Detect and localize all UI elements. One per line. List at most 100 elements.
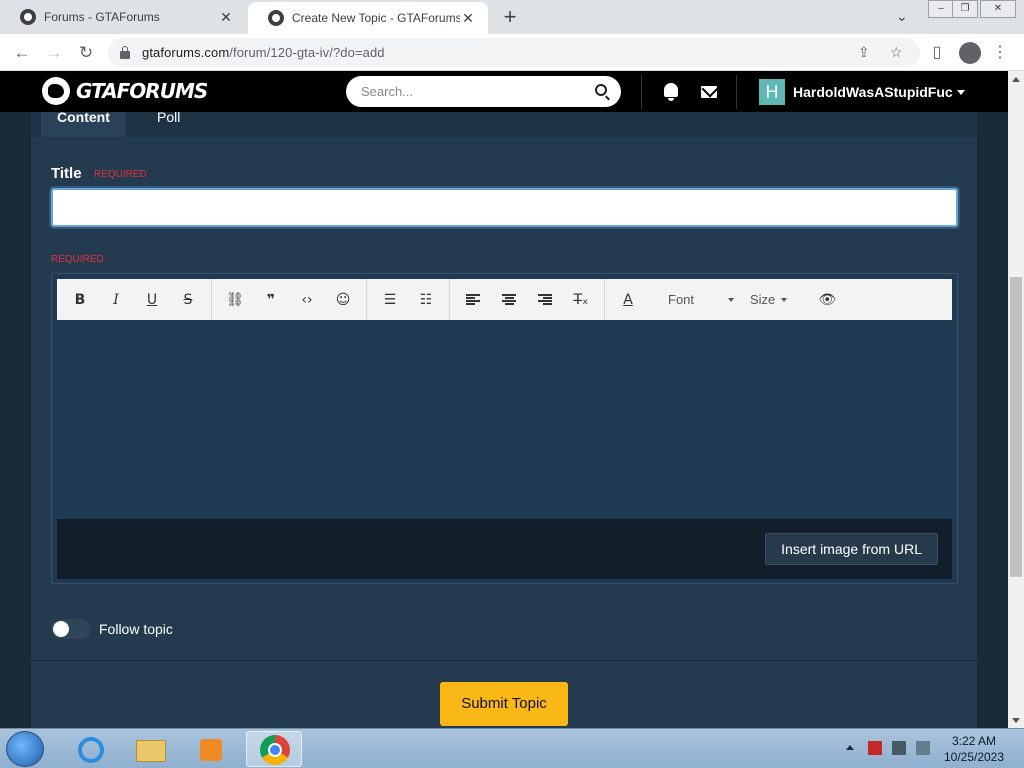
required-badge: REQUIRED	[94, 169, 147, 180]
page-body: Content Poll Title REQUIRED REQUIRED B I…	[0, 112, 1008, 728]
form-tabs: Content Poll	[31, 112, 977, 137]
share-icon[interactable]: ⇪	[858, 38, 870, 67]
user-menu[interactable]: HardoldWasAStupidFuc	[793, 84, 965, 100]
align-center-icon[interactable]	[491, 285, 527, 315]
preview-eye-icon[interactable]: 👁	[809, 285, 845, 315]
submit-topic-button[interactable]: Submit Topic	[440, 682, 568, 726]
scroll-up-arrow-icon[interactable]	[1012, 77, 1020, 82]
code-icon[interactable]: ‹›	[289, 285, 325, 315]
tab-title: Create New Topic - GTAForums	[292, 11, 460, 25]
align-left-icon[interactable]	[455, 285, 491, 315]
system-clock[interactable]: 3:22 AM 10/25/2023	[936, 733, 1012, 765]
site-header: GTAFORUMS H HardoldWasAStupidFuc	[0, 71, 1008, 112]
title-input[interactable]	[51, 188, 958, 227]
browser-tab-forums[interactable]: Forums - GTAForums ✕	[0, 0, 246, 34]
header-divider	[641, 75, 642, 109]
bookmark-star-icon[interactable]: ☆	[890, 38, 903, 67]
forward-arrow-icon[interactable]: →	[42, 41, 66, 65]
gtaforums-favicon-icon	[268, 10, 284, 26]
caret-down-icon	[781, 297, 788, 302]
close-icon[interactable]: ✕	[460, 10, 476, 27]
scrollbar-thumb[interactable]	[1010, 277, 1022, 577]
search-icon[interactable]	[595, 84, 607, 96]
rich-text-editor: B I U S ⛓ ❞ ‹› ☺ ☰ ☷ T̶ₓ A Font Size 👁 I…	[51, 273, 958, 584]
size-dropdown[interactable]: Size	[742, 285, 795, 315]
menu-kebab-icon[interactable]: ⋮	[988, 41, 1012, 65]
browser-tab-create-topic[interactable]: Create New Topic - GTAForums ✕	[248, 2, 488, 34]
gtaforums-logo-icon	[42, 77, 70, 105]
tab-content[interactable]: Content	[41, 112, 126, 137]
tab-poll[interactable]: Poll	[141, 112, 196, 137]
insert-image-url-button[interactable]: Insert image from URL	[765, 533, 938, 565]
underline-button[interactable]: U	[134, 285, 170, 315]
restore-button[interactable]: ❐	[952, 0, 978, 18]
editor-toolbar: B I U S ⛓ ❞ ‹› ☺ ☰ ☷ T̶ₓ A Font Size 👁	[57, 279, 952, 320]
required-badge: REQUIRED	[51, 254, 104, 265]
style-group: A Font Size 👁	[605, 279, 850, 320]
volume-muted-icon[interactable]	[916, 741, 930, 755]
clear-format-icon[interactable]: T̶ₓ	[563, 285, 599, 315]
tab-title: Forums - GTAForums	[44, 10, 160, 24]
action-center-flag-icon[interactable]	[868, 741, 882, 755]
emoji-icon[interactable]: ☺	[325, 285, 361, 315]
show-hidden-icons-arrow-icon[interactable]	[846, 745, 854, 750]
text-color-button[interactable]: A	[610, 285, 646, 315]
bold-button[interactable]: B	[62, 285, 98, 315]
link-icon[interactable]: ⛓	[217, 285, 253, 315]
editor-footer: Insert image from URL	[57, 519, 952, 579]
profile-icon[interactable]	[959, 42, 981, 64]
window-close-button[interactable]: ✕	[980, 0, 1016, 18]
logo-text: GTAFORUMS	[76, 79, 208, 103]
font-dropdown-label: Font	[668, 292, 695, 307]
follow-topic-label: Follow topic	[99, 621, 173, 637]
browser-tabstrip: Forums - GTAForums ✕ Create New Topic - …	[0, 0, 1024, 34]
lock-icon	[120, 45, 130, 59]
new-tab-button[interactable]: +	[498, 5, 522, 29]
media-player-icon	[200, 739, 222, 761]
taskbar-chrome[interactable]	[246, 731, 302, 767]
numbered-list-icon[interactable]: ☷	[408, 285, 444, 315]
taskbar-internet-explorer[interactable]	[62, 731, 118, 767]
site-search-input[interactable]	[361, 84, 581, 99]
folder-icon	[136, 740, 166, 762]
browser-toolbar: ← → ↻ gtaforums.com/forum/120-gta-iv/?do…	[0, 34, 1024, 71]
font-dropdown[interactable]: Font	[646, 285, 742, 315]
clock-time: 3:22 AM	[951, 734, 997, 748]
username: HardoldWasAStupidFuc	[793, 84, 953, 100]
gtaforums-favicon-icon	[20, 9, 36, 25]
notifications-bell-icon[interactable]	[664, 83, 678, 101]
close-icon[interactable]: ✕	[218, 9, 234, 26]
site-logo[interactable]: GTAFORUMS	[42, 77, 208, 105]
header-divider	[736, 75, 737, 109]
taskbar-media-player[interactable]	[182, 731, 238, 767]
clock-date: 10/25/2023	[943, 750, 1005, 764]
caret-down-icon	[728, 297, 735, 302]
form-divider	[31, 660, 977, 661]
tab-search-chevron-icon[interactable]: ⌄	[896, 8, 908, 25]
align-right-icon[interactable]	[527, 285, 563, 315]
bulleted-list-icon[interactable]: ☰	[372, 285, 408, 315]
avatar[interactable]: H	[759, 79, 785, 105]
messages-envelope-icon[interactable]	[701, 86, 717, 98]
follow-topic-toggle[interactable]	[51, 619, 91, 639]
italic-button[interactable]: I	[98, 285, 134, 315]
screen: Forums - GTAForums ✕ Create New Topic - …	[0, 0, 1024, 768]
page-scrollbar[interactable]	[1008, 71, 1024, 728]
strikethrough-button[interactable]: S	[170, 285, 206, 315]
internet-explorer-icon	[78, 737, 104, 763]
back-arrow-icon[interactable]: ←	[10, 41, 34, 65]
editor-content-area[interactable]	[57, 320, 952, 520]
minimize-button[interactable]: –	[928, 0, 954, 18]
start-button[interactable]	[6, 731, 44, 767]
address-bar[interactable]: gtaforums.com/forum/120-gta-iv/?do=add ⇪…	[108, 38, 920, 67]
network-icon[interactable]	[892, 741, 906, 755]
windows-taskbar: 3:22 AM 10/25/2023	[0, 728, 1024, 768]
side-panel-icon[interactable]: ▯	[925, 41, 949, 65]
quote-icon[interactable]: ❞	[253, 285, 289, 315]
scroll-down-arrow-icon[interactable]	[1012, 718, 1020, 723]
url-text: gtaforums.com/forum/120-gta-iv/?do=add	[142, 45, 385, 60]
chrome-icon	[260, 735, 290, 765]
taskbar-file-explorer[interactable]	[122, 731, 178, 767]
reload-icon[interactable]: ↻	[74, 41, 98, 65]
size-dropdown-label: Size	[750, 292, 776, 307]
